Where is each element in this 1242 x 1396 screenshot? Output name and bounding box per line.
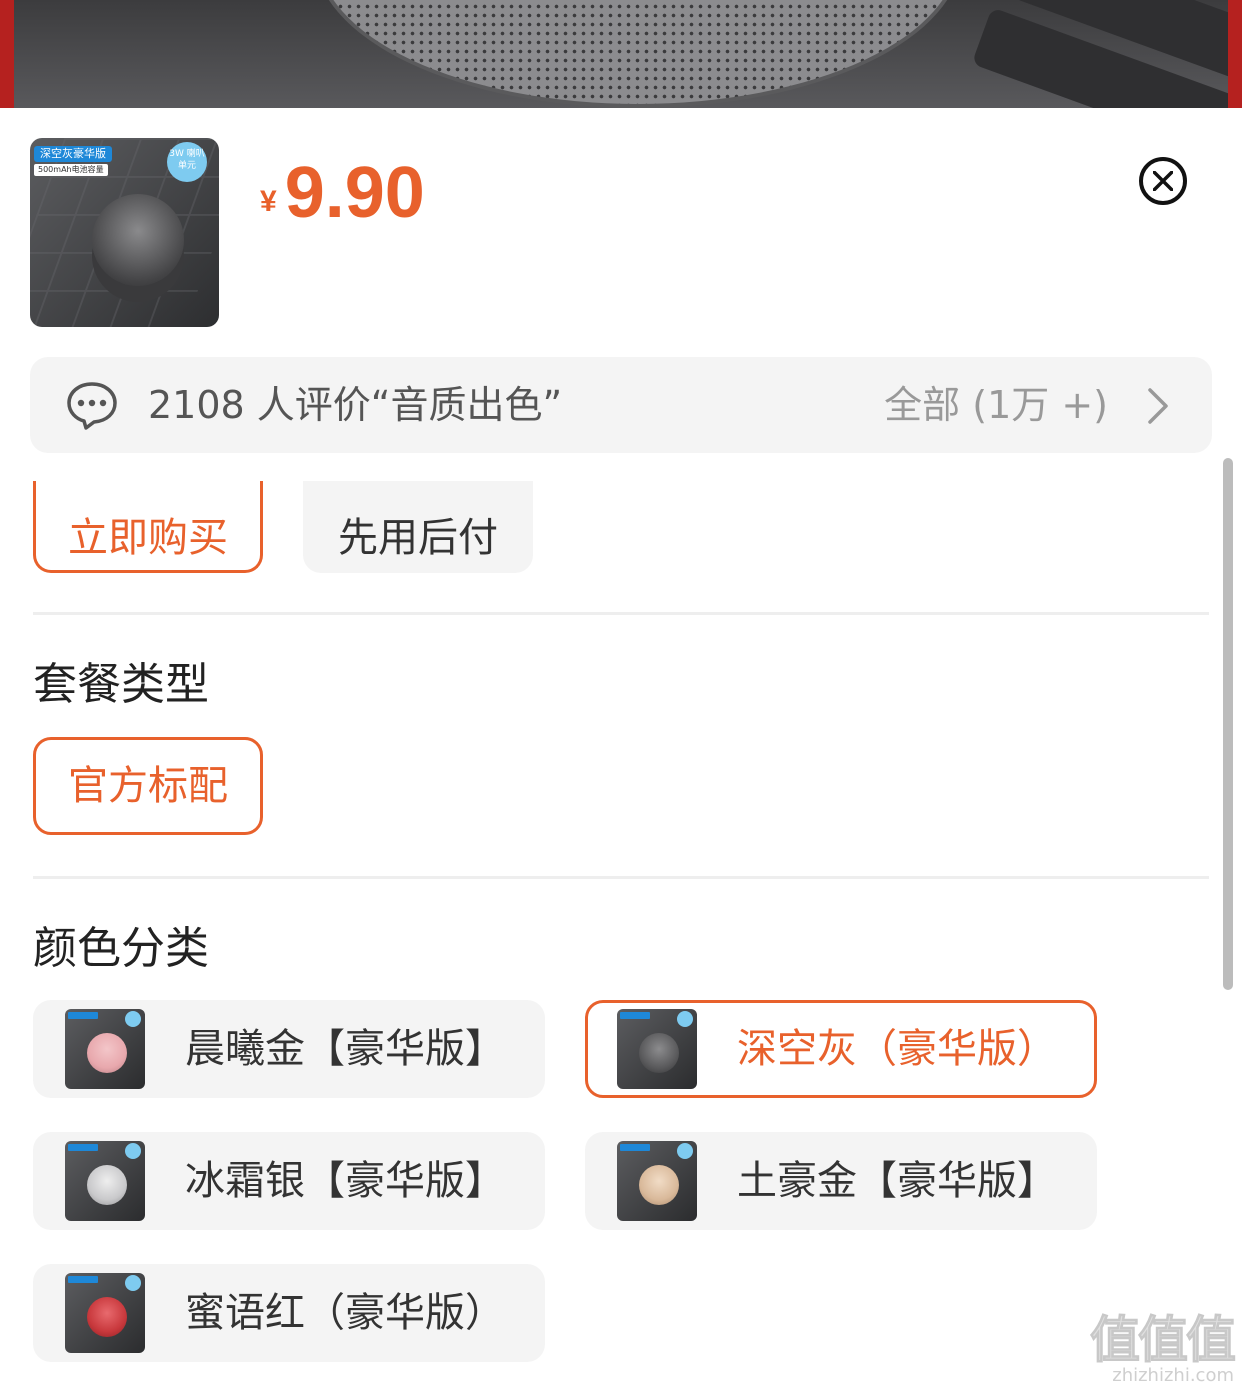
close-icon [1153, 171, 1173, 191]
color-option-honey-red[interactable]: 蜜语红（豪华版） [33, 1264, 545, 1362]
color-option-label: 蜜语红（豪华版） [185, 1290, 505, 1336]
close-button[interactable] [1139, 157, 1187, 205]
color-option-thumbnail [617, 1141, 697, 1221]
price-value: 9.90 [284, 153, 425, 233]
color-option-frost-silver[interactable]: 冰霜银【豪华版】 [33, 1132, 545, 1230]
color-option-thumbnail [617, 1009, 697, 1089]
currency-symbol: ¥ [260, 185, 277, 218]
speaker-grill-image [314, 0, 962, 108]
watermark: 值值值 zhizhizhi.com [1090, 1311, 1237, 1386]
color-option-thumbnail [65, 1009, 145, 1089]
divider [33, 876, 1209, 879]
purchase-option-pay-later[interactable]: 先用后付 [303, 481, 533, 573]
color-option-label: 晨曦金【豪华版】 [185, 1026, 505, 1072]
divider [33, 612, 1209, 615]
chat-bubble-icon [67, 382, 117, 430]
color-option-space-gray[interactable]: 深空灰（豪华版） [585, 1000, 1097, 1098]
price: ¥9.90 [260, 152, 425, 234]
color-option-tuhao-gold[interactable]: 土豪金【豪华版】 [585, 1132, 1097, 1230]
thumbnail-subtag: 500mAh电池容量 [34, 164, 108, 176]
thumbnail-tag: 深空灰豪华版 [34, 146, 112, 162]
color-option-label: 土豪金【豪华版】 [737, 1158, 1057, 1204]
color-option-label: 冰霜银【豪华版】 [185, 1158, 505, 1204]
scrollbar[interactable] [1223, 458, 1233, 990]
watermark-logo: 值值值 [1090, 1311, 1237, 1369]
review-summary-bar[interactable]: 2108 人评价“音质出色” 全部 (1万 +) [30, 357, 1212, 453]
color-category-title: 颜色分类 [33, 923, 209, 974]
watermark-url: zhizhizhi.com [1112, 1365, 1234, 1386]
product-thumbnail: 深空灰豪华版 500mAh电池容量 3W 喇叭单元 [30, 138, 219, 327]
product-image [14, 0, 1228, 108]
purchase-option-buy-now[interactable]: 立即购买 [33, 481, 263, 573]
color-option-thumbnail [65, 1141, 145, 1221]
sku-selection-sheet: 深空灰豪华版 500mAh电池容量 3W 喇叭单元 ¥9.90 2108 人评价… [0, 108, 1242, 1396]
all-reviews-link[interactable]: 全部 (1万 +) [884, 357, 1108, 453]
review-summary-text: 2108 人评价“音质出色” [148, 383, 563, 427]
color-option-label: 深空灰（豪华版） [737, 1026, 1057, 1072]
thumbnail-badge: 3W 喇叭单元 [167, 142, 207, 182]
chevron-right-icon [1148, 388, 1168, 424]
package-type-title: 套餐类型 [33, 659, 209, 710]
color-option-thumbnail [65, 1273, 145, 1353]
package-option-official[interactable]: 官方标配 [33, 737, 263, 835]
color-option-dawn-gold[interactable]: 晨曦金【豪华版】 [33, 1000, 545, 1098]
product-image-backdrop [0, 0, 1242, 108]
speaker-image [92, 194, 184, 286]
